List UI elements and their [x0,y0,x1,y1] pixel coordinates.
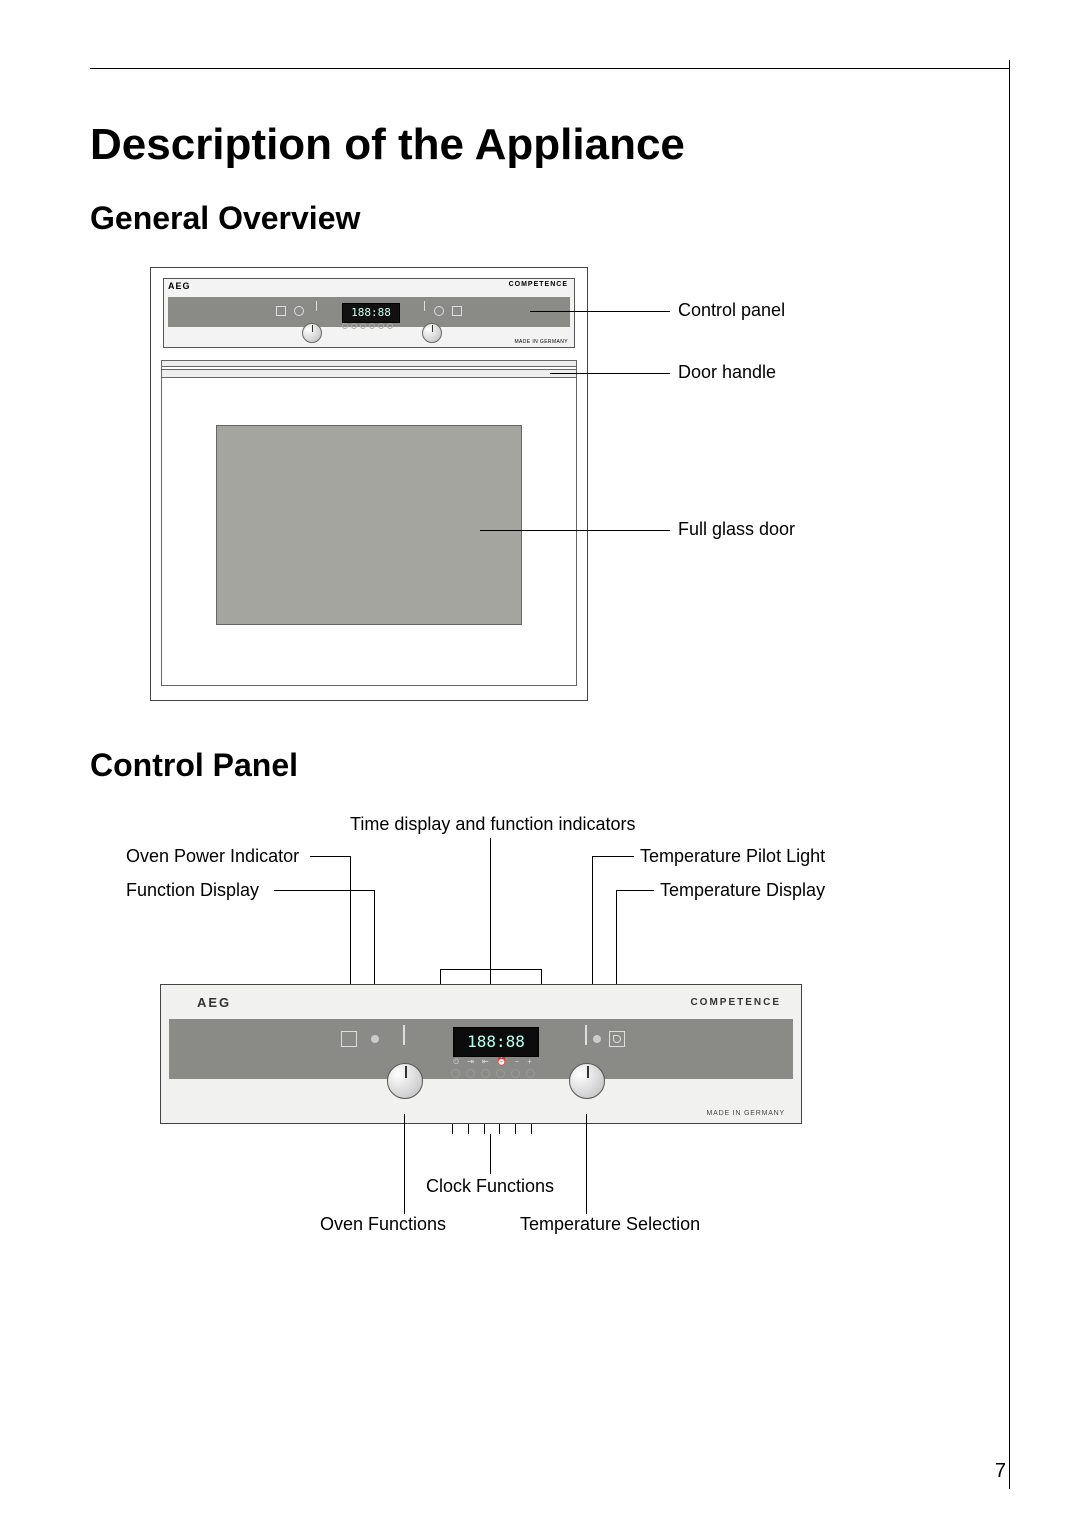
door-handle [161,360,577,380]
tick-mark [316,301,317,311]
leader-line [274,890,374,891]
function-knob [302,323,322,343]
pilot-dot-icon [434,306,444,316]
lcd-display: 188:88 [342,303,400,323]
oven-functions-knob [387,1063,423,1099]
right-rule [1009,60,1010,1489]
function-display-icon [371,1035,379,1043]
leader-line [530,311,670,312]
full-glass-door [216,425,522,625]
label-oven-power-indicator: Oven Power Indicator [126,846,299,867]
page-title: Description of the Appliance [90,120,1010,170]
label-temperature-display: Temperature Display [660,880,825,901]
power-indicator-icon [276,306,286,316]
tick-mark [424,301,425,311]
clock-buttons-row [342,323,393,329]
leader-line [586,1114,587,1214]
made-in-label: MADE IN GERMANY [514,339,568,345]
clock-function-buttons [451,1069,535,1078]
temperature-selection-knob [569,1063,605,1099]
leader-line [480,530,670,531]
zero-tick [403,1025,405,1045]
oven-door [161,360,577,686]
figure-general-overview: AEG COMPETENCE 188:88 MADE IN GERMANY Co… [150,267,930,707]
temperature-display-icon [609,1031,625,1047]
label-temperature-pilot-light: Temperature Pilot Light [640,846,825,867]
top-rule [90,68,1010,69]
label-clock-functions: Clock Functions [426,1176,554,1197]
leader-line [490,1134,491,1174]
zero-tick [585,1025,587,1045]
tick-row [452,1124,532,1134]
callout-control-panel: Control panel [678,300,785,321]
label-function-display: Function Display [126,880,259,901]
temperature-knob [422,323,442,343]
leader-line [616,890,654,891]
leader-line [310,856,350,857]
brand-aeg: AEG [197,995,231,1010]
label-time-display: Time display and function indicators [350,814,635,835]
leader-line [592,856,634,857]
temperature-pilot-light-icon [593,1035,601,1043]
page-number: 7 [995,1460,1006,1483]
section-general-overview: General Overview [90,200,1010,237]
label-oven-functions: Oven Functions [320,1214,446,1235]
oven-control-panel: AEG COMPETENCE 188:88 MADE IN GERMANY [163,278,575,348]
oven-outline: AEG COMPETENCE 188:88 MADE IN GERMANY [150,267,588,701]
brand-competence: COMPETENCE [509,281,568,288]
function-indicator-row: ⏲⇥⇤⏰−+ [453,1057,532,1067]
leader-line [404,1114,405,1214]
temp-indicator-icon [452,306,462,316]
oven-power-indicator-icon [341,1031,357,1047]
brand-competence: COMPETENCE [690,997,781,1008]
label-temperature-selection: Temperature Selection [520,1214,700,1235]
callout-full-glass-door: Full glass door [678,519,795,540]
function-dot-icon [294,306,304,316]
leader-line [550,373,670,374]
callout-door-handle: Door handle [678,362,776,383]
figure-control-panel: Time display and function indicators Ove… [120,814,980,1254]
section-control-panel: Control Panel [90,747,1010,784]
time-display: 188:88 [453,1027,539,1057]
made-in-label: MADE IN GERMANY [706,1110,785,1117]
control-panel-diagram: AEG COMPETENCE 188:88 ⏲⇥⇤⏰−+ MADE IN GER… [160,984,802,1124]
brand-aeg: AEG [168,281,191,291]
